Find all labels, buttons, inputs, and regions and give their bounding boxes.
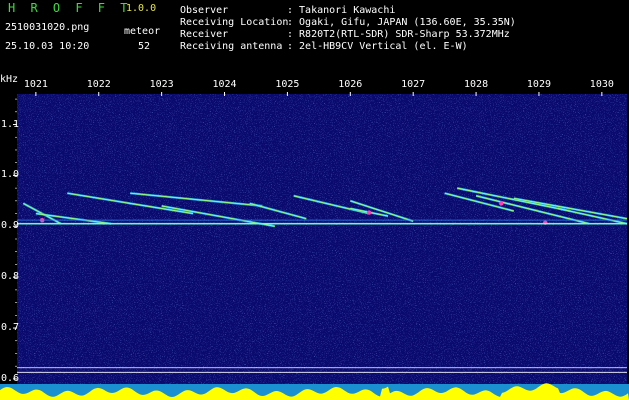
x-tick-label: 1023 [149, 79, 174, 90]
hrofft-screen: H R O F F T 1.0.0 2510031020.png 25.10.0… [0, 0, 629, 400]
x-tick-label: 1029 [526, 79, 551, 90]
x-tick-label: 1022 [86, 79, 111, 90]
receiver-value: : R820T2(RTL-SDR) SDR-Sharp 53.372MHz [287, 29, 510, 40]
spectrogram-noise [17, 94, 627, 384]
y-tick-label: 0.9 [1, 220, 20, 232]
x-tick-label: 1026 [338, 79, 363, 90]
antenna-value: : 2el-HB9CV Vertical (el. E-W) [287, 41, 468, 52]
location-value: : Ogaki, Gifu, JAPAN (136.60E, 35.35N) [287, 17, 516, 28]
y-tick-label: 0.7 [1, 322, 20, 334]
y-tick-label: 1.1 [1, 118, 20, 130]
meteor-head-echo [499, 201, 504, 206]
location-label: Receiving Location [180, 17, 289, 28]
observer-label: Observer [180, 5, 229, 16]
y-tick-label: 1.0 [1, 169, 20, 181]
meteor-count-value: 52 [138, 41, 151, 52]
x-tick-label: 1025 [275, 79, 300, 90]
y-tick-label: 0.8 [1, 271, 20, 283]
x-tick-label: 1028 [464, 79, 489, 90]
level-bar [0, 383, 629, 400]
app-version: 1.0.0 [126, 3, 157, 14]
capture-datetime: 25.10.03 10:20 [5, 41, 90, 52]
image-filename: 2510031020.png [5, 22, 90, 33]
spectrogram-svg [0, 92, 629, 400]
meteor-count-label: meteor [124, 26, 161, 37]
x-tick-label: 1030 [589, 79, 614, 90]
observer-value: : Takanori Kawachi [287, 5, 396, 16]
y-axis-unit: kHz [0, 74, 19, 85]
receiver-label: Receiver [180, 29, 229, 40]
antenna-label: Receiving antenna [180, 41, 283, 52]
meteor-head-echo [366, 210, 372, 215]
y-tick-label: 0.6 [1, 372, 20, 384]
app-title: H R O F F T [8, 1, 132, 15]
x-tick-label: 1027 [401, 79, 426, 90]
x-tick-label: 1021 [23, 79, 48, 90]
x-tick-label: 1024 [212, 79, 237, 90]
